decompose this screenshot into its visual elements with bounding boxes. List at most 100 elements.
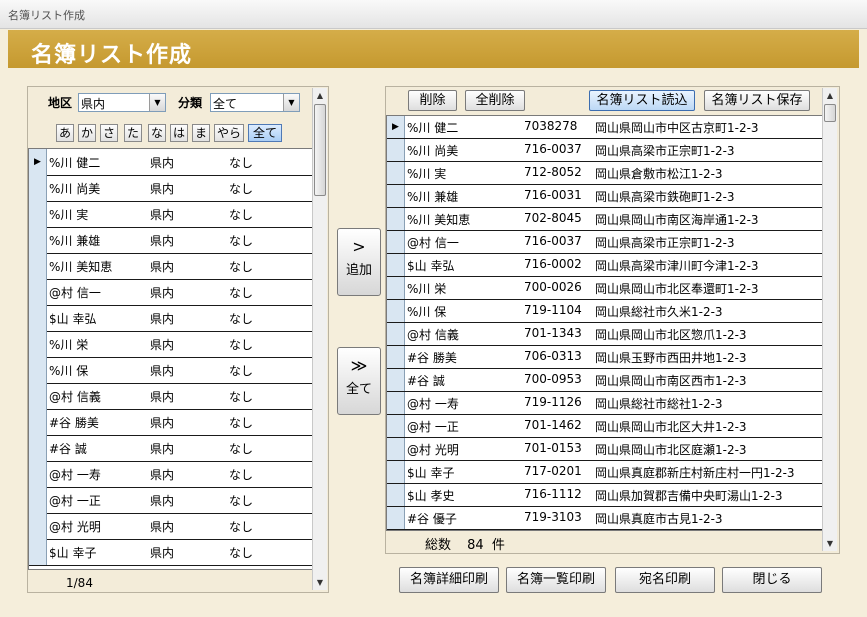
kana-button-ta[interactable]: た	[124, 124, 142, 142]
row-selector[interactable]	[29, 435, 47, 461]
row-selector[interactable]	[29, 357, 47, 383]
row-selector[interactable]	[387, 346, 405, 368]
load-list-button[interactable]: 名簿リスト読込	[589, 90, 695, 111]
scrollbar-thumb[interactable]	[824, 104, 836, 122]
list-item-category: なし	[229, 520, 254, 534]
scrollbar-thumb[interactable]	[314, 104, 326, 196]
table-row[interactable]: %川 美知恵 702-8045 岡山県岡山市南区海岸通1-2-3	[387, 208, 822, 231]
list-item[interactable]: @村 一正 県内 なし	[29, 487, 312, 514]
row-selector[interactable]	[29, 513, 47, 539]
table-row[interactable]: #谷 優子 719-3103 岡山県真庭市古見1-2-3	[387, 507, 822, 530]
delete-all-button[interactable]: 全削除	[465, 90, 525, 111]
print-detail-button[interactable]: 名簿詳細印刷	[399, 567, 499, 593]
row-selector[interactable]	[387, 162, 405, 184]
row-selector[interactable]	[29, 279, 47, 305]
list-item[interactable]: %川 兼雄 県内 なし	[29, 227, 312, 254]
list-item[interactable]: %川 栄 県内 なし	[29, 331, 312, 358]
row-selector[interactable]	[387, 139, 405, 161]
add-button[interactable]: > 追加	[337, 228, 381, 296]
row-selector[interactable]	[387, 185, 405, 207]
table-row[interactable]: %川 兼雄 716-0031 岡山県高梁市鉄砲町1-2-3	[387, 185, 822, 208]
category-select[interactable]: 全て ▼	[210, 93, 300, 112]
table-row[interactable]: @村 一正 701-1462 岡山県岡山市北区大井1-2-3	[387, 415, 822, 438]
table-row[interactable]: %川 栄 700-0026 岡山県岡山市北区奉還町1-2-3	[387, 277, 822, 300]
table-row[interactable]: @村 一寿 719-1126 岡山県総社市総社1-2-3	[387, 392, 822, 415]
table-row[interactable]: @村 信義 701-1343 岡山県岡山市北区惣爪1-2-3	[387, 323, 822, 346]
list-item[interactable]: %川 尚美 県内 なし	[29, 175, 312, 202]
row-selector[interactable]	[387, 484, 405, 506]
table-row[interactable]: $山 幸子 717-0201 岡山県真庭郡新庄村新庄村一円1-2-3	[387, 461, 822, 484]
table-row[interactable]: $山 孝史 716-1112 岡山県加賀郡吉備中央町湯山1-2-3	[387, 484, 822, 507]
row-selector[interactable]	[387, 323, 405, 345]
print-address-label-button[interactable]: 宛名印刷	[615, 567, 715, 593]
row-selector[interactable]	[387, 392, 405, 414]
row-selector[interactable]	[387, 300, 405, 322]
row-selector[interactable]	[387, 461, 405, 483]
print-list-button[interactable]: 名簿一覧印刷	[506, 567, 606, 593]
chevron-down-icon[interactable]: ▼	[283, 94, 299, 111]
list-item[interactable]: @村 信一 県内 なし	[29, 279, 312, 306]
row-selector[interactable]	[387, 507, 405, 529]
save-list-button[interactable]: 名簿リスト保存	[704, 90, 810, 111]
row-selector[interactable]	[387, 415, 405, 437]
table-row[interactable]: ▶ %川 健二 7038278 岡山県岡山市中区古京町1-2-3	[387, 116, 822, 139]
table-row[interactable]: %川 尚美 716-0037 岡山県高梁市正宗町1-2-3	[387, 139, 822, 162]
list-item[interactable]: ▶ %川 健二 県内 なし	[29, 149, 312, 176]
list-item[interactable]: @村 一寿 県内 なし	[29, 461, 312, 488]
row-selector[interactable]	[29, 539, 47, 565]
close-button[interactable]: 閉じる	[722, 567, 822, 593]
row-selector[interactable]	[387, 208, 405, 230]
table-row[interactable]: @村 信一 716-0037 岡山県高梁市正宗町1-2-3	[387, 231, 822, 254]
list-item[interactable]: %川 美知恵 県内 なし	[29, 253, 312, 280]
kana-button-ma[interactable]: ま	[192, 124, 210, 142]
kana-button-ha[interactable]: は	[170, 124, 188, 142]
kana-button-sa[interactable]: さ	[100, 124, 118, 142]
row-selector[interactable]	[387, 438, 405, 460]
list-item-category: なし	[229, 156, 254, 170]
row-selector[interactable]	[387, 231, 405, 253]
region-select[interactable]: 県内 ▼	[78, 93, 166, 112]
list-item[interactable]: #谷 勝美 県内 なし	[29, 409, 312, 436]
kana-button-ka[interactable]: か	[78, 124, 96, 142]
row-selector[interactable]	[29, 201, 47, 227]
list-item[interactable]: #谷 誠 県内 なし	[29, 435, 312, 462]
table-row[interactable]: $山 幸弘 716-0002 岡山県高梁市津川町今津1-2-3	[387, 254, 822, 277]
row-selector[interactable]	[29, 305, 47, 331]
table-row[interactable]: %川 実 712-8052 岡山県倉敷市松江1-2-3	[387, 162, 822, 185]
add-all-button[interactable]: ≫ 全て	[337, 347, 381, 415]
table-row[interactable]: @村 光明 701-0153 岡山県岡山市北区庭瀬1-2-3	[387, 438, 822, 461]
kana-button-na[interactable]: な	[148, 124, 166, 142]
kana-button-a[interactable]: あ	[56, 124, 74, 142]
row-selector[interactable]	[387, 369, 405, 391]
kana-button-all[interactable]: 全て	[248, 124, 282, 142]
table-row[interactable]: #谷 誠 700-0953 岡山県岡山市南区西市1-2-3	[387, 369, 822, 392]
kana-button-yara[interactable]: やら	[214, 124, 244, 142]
list-item[interactable]: @村 信義 県内 なし	[29, 383, 312, 410]
row-selector[interactable]	[29, 409, 47, 435]
selected-scrollbar[interactable]: ▲ ▼	[822, 88, 837, 551]
list-item[interactable]: $山 幸子 県内 なし	[29, 539, 312, 566]
row-zip: 701-1343	[524, 326, 582, 340]
row-selector[interactable]	[387, 254, 405, 276]
list-item[interactable]: @村 光明 県内 なし	[29, 513, 312, 540]
table-row[interactable]: %川 保 719-1104 岡山県総社市久米1-2-3	[387, 300, 822, 323]
row-selector[interactable]	[29, 383, 47, 409]
chevron-down-icon[interactable]: ▼	[149, 94, 165, 111]
list-item[interactable]: $山 幸弘 県内 なし	[29, 305, 312, 332]
list-item[interactable]: %川 実 県内 なし	[29, 201, 312, 228]
table-row[interactable]: #谷 勝美 706-0313 岡山県玉野市西田井地1-2-3	[387, 346, 822, 369]
row-selector[interactable]	[387, 277, 405, 299]
delete-button[interactable]: 削除	[408, 90, 457, 111]
source-scrollbar[interactable]: ▲ ▼	[312, 88, 327, 590]
scroll-up-arrow-icon[interactable]: ▲	[823, 88, 837, 103]
row-selector[interactable]	[29, 331, 47, 357]
row-selector[interactable]	[29, 487, 47, 513]
row-selector[interactable]	[29, 227, 47, 253]
row-selector[interactable]	[29, 253, 47, 279]
row-selector[interactable]	[29, 461, 47, 487]
scroll-down-arrow-icon[interactable]: ▼	[313, 575, 327, 590]
row-selector[interactable]	[29, 175, 47, 201]
scroll-down-arrow-icon[interactable]: ▼	[823, 536, 837, 551]
scroll-up-arrow-icon[interactable]: ▲	[313, 88, 327, 103]
list-item[interactable]: %川 保 県内 なし	[29, 357, 312, 384]
